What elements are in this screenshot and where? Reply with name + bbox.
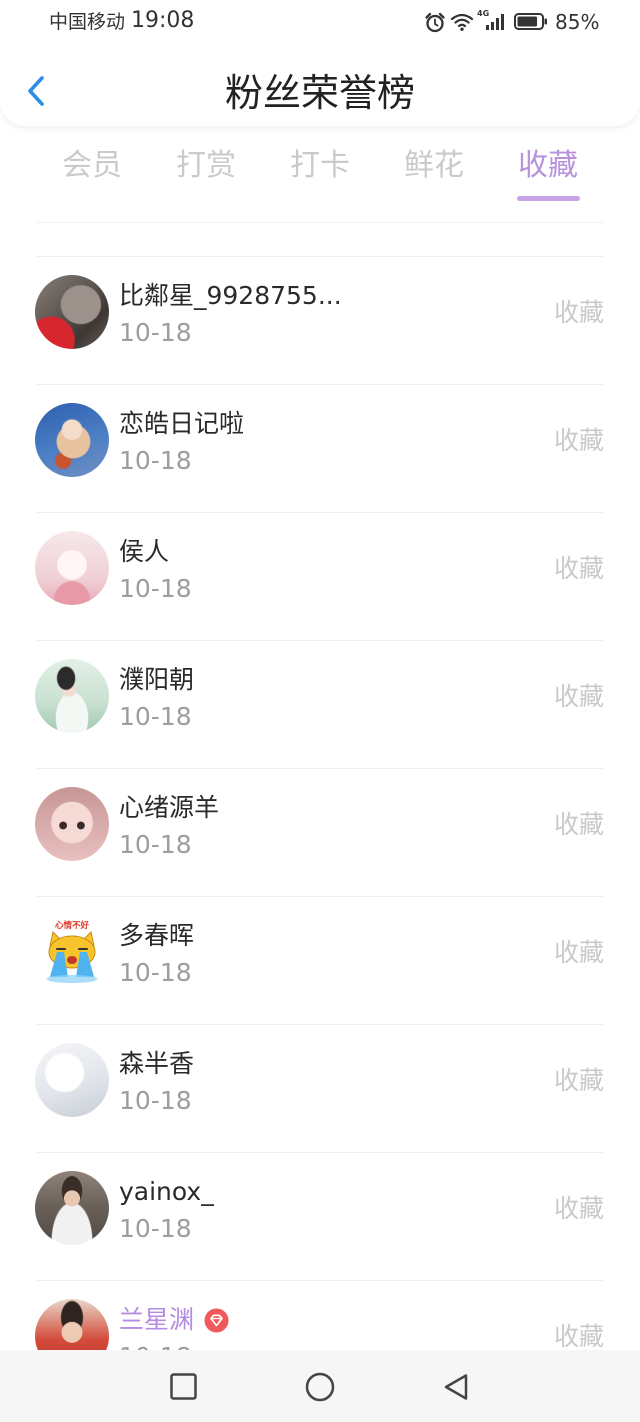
avatar[interactable]: 心情不好	[35, 915, 109, 989]
list-item[interactable]: 心绪源羊 10-18 收藏	[0, 768, 640, 896]
tab-divider	[36, 222, 604, 223]
list-item[interactable]: 心情不好 多春晖 10-18 收藏	[0, 896, 640, 1024]
tab-rewards[interactable]: 打赏	[149, 146, 263, 206]
system-nav-bar	[0, 1350, 640, 1422]
list-item[interactable]: 森半香 10-18 收藏	[0, 1024, 640, 1152]
tab-label: 会员	[62, 148, 122, 183]
avatar[interactable]	[35, 531, 109, 605]
fan-date: 10-18	[119, 702, 192, 731]
list-item[interactable]: yainox_ 10-18 收藏	[0, 1152, 640, 1280]
alarm-icon	[424, 11, 446, 33]
crying-cat-sticker: 心情不好	[46, 920, 98, 983]
fan-date: 10-18	[119, 1214, 192, 1243]
header: 中国移动 19:08 4G 85% 粉丝荣誉榜	[0, 0, 640, 126]
fan-name: 心绪源羊	[119, 793, 220, 822]
tab-label: 打赏	[176, 148, 236, 183]
diamond-badge-icon	[204, 1308, 229, 1333]
status-time: 19:08	[131, 8, 195, 33]
row-divider	[36, 896, 604, 897]
fan-name: 兰星渊	[119, 1305, 229, 1335]
list-item[interactable]: 濮阳朝 10-18 收藏	[0, 640, 640, 768]
fan-list: 比鄰星_9928755... 10-18 收藏 恋皓日记啦 10-18 收藏 侯…	[0, 256, 640, 1408]
carrier-label: 中国移动	[49, 11, 126, 33]
row-divider	[36, 512, 604, 513]
signal-icon	[486, 13, 506, 30]
list-item[interactable]: 比鄰星_9928755... 10-18 收藏	[0, 256, 640, 384]
tab-label: 鲜花	[404, 148, 464, 183]
fan-date: 10-18	[119, 318, 192, 347]
back-icon[interactable]	[442, 1373, 470, 1401]
row-divider	[36, 1024, 604, 1025]
fan-date: 10-18	[119, 958, 192, 987]
row-divider	[36, 256, 604, 257]
page-title: 粉丝荣誉榜	[224, 71, 415, 115]
action-label: 收藏	[553, 426, 604, 455]
tab-flowers[interactable]: 鲜花	[377, 146, 491, 206]
list-item[interactable]: 恋皓日记啦 10-18 收藏	[0, 384, 640, 512]
row-divider	[36, 1280, 604, 1281]
recent-apps-icon[interactable]	[170, 1373, 197, 1400]
row-divider	[36, 384, 604, 385]
sticker-text: 心情不好	[55, 920, 90, 931]
avatar[interactable]	[35, 1171, 109, 1245]
fan-name: 比鄰星_9928755...	[119, 281, 342, 310]
tab-label: 收藏	[518, 148, 578, 183]
tab-label: 打卡	[290, 148, 350, 183]
status-bar: 中国移动 19:08 4G 85%	[0, 0, 640, 44]
tab-bar: 会员 打赏 打卡 鲜花 收藏	[35, 146, 605, 206]
fan-name: 多春晖	[119, 921, 195, 950]
avatar[interactable]	[35, 403, 109, 477]
row-divider	[36, 640, 604, 641]
fan-name: yainox_	[119, 1177, 214, 1206]
action-label: 收藏	[553, 938, 604, 967]
action-label: 收藏	[553, 682, 604, 711]
avatar[interactable]	[35, 1043, 109, 1117]
action-label: 收藏	[553, 1066, 604, 1095]
avatar[interactable]	[35, 659, 109, 733]
tab-checkin[interactable]: 打卡	[263, 146, 377, 206]
fan-date: 10-18	[119, 446, 192, 475]
list-item[interactable]: 侯人 10-18 收藏	[0, 512, 640, 640]
fan-date: 10-18	[119, 1086, 192, 1115]
row-divider	[36, 1152, 604, 1153]
fan-name: 濮阳朝	[119, 665, 195, 694]
fan-name: 恋皓日记啦	[119, 409, 245, 438]
fan-name: 侯人	[119, 537, 170, 566]
action-label: 收藏	[553, 1194, 604, 1223]
action-label: 收藏	[553, 298, 604, 327]
action-label: 收藏	[553, 1322, 604, 1351]
battery-percent: 85%	[555, 10, 600, 34]
tab-underline	[517, 196, 580, 201]
wifi-icon	[450, 12, 474, 32]
fan-date: 10-18	[119, 574, 192, 603]
tab-favorites[interactable]: 收藏	[491, 146, 605, 206]
tab-members[interactable]: 会员	[35, 146, 149, 206]
avatar[interactable]	[35, 787, 109, 861]
battery-icon	[514, 13, 548, 30]
action-label: 收藏	[553, 554, 604, 583]
avatar[interactable]	[35, 275, 109, 349]
fan-date: 10-18	[119, 830, 192, 859]
action-label: 收藏	[553, 810, 604, 839]
fan-name: 森半香	[119, 1049, 195, 1078]
row-divider	[36, 768, 604, 769]
home-icon[interactable]	[305, 1372, 335, 1402]
